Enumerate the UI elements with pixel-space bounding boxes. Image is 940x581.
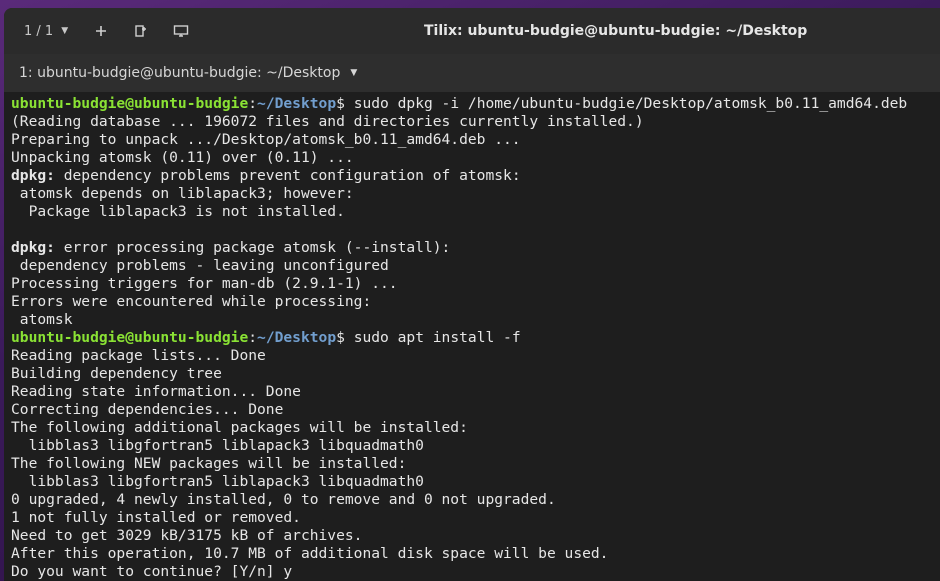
output-line: atomsk (11, 311, 73, 328)
terminal-output[interactable]: ubuntu-budgie@ubuntu-budgie:~/Desktop$ s… (4, 92, 940, 581)
session-switcher[interactable]: 1 / 1 ▼ (24, 24, 68, 39)
output-line: Preparing to unpack .../Desktop/atomsk_b… (11, 131, 521, 148)
output-line: Need to get 3029 kB/3175 kB of archives. (11, 527, 363, 544)
output-text: dependency problems prevent configuratio… (54, 167, 521, 184)
session-indicator: 1 / 1 (24, 23, 54, 39)
prompt-line: ubuntu-budgie@ubuntu-budgie:~/Desktop$ s… (11, 95, 940, 113)
prompt-user: ubuntu-budgie@ubuntu-budgie (11, 329, 249, 346)
window-title: Tilix: ubuntu-budgie@ubuntu-budgie: ~/De… (424, 23, 808, 39)
prompt-path: ~/Desktop (257, 95, 337, 112)
titlebar: 1 / 1 ▼ Tilix: ubuntu-budgie@ubuntu-budg… (4, 8, 940, 54)
output-line: The following NEW packages will be insta… (11, 455, 407, 472)
output-line: Reading state information... Done (11, 383, 301, 400)
output-line: (Reading database ... 196072 files and d… (11, 113, 644, 130)
prompt-colon: : (248, 329, 258, 346)
output-line: dependency problems - leaving unconfigur… (11, 257, 389, 274)
terminal-window: 1 / 1 ▼ Tilix: ubuntu-budgie@ubuntu-budg… (4, 8, 940, 581)
command-text: sudo dpkg -i /home/ubuntu-budgie/Desktop… (344, 95, 908, 112)
output-line: Reading package lists... Done (11, 347, 266, 364)
sidebar-toggle-button[interactable] (166, 16, 196, 46)
output-line: Building dependency tree (11, 365, 222, 382)
output-line: Do you want to continue? [Y/n] y (11, 563, 293, 580)
output-line: Errors were encountered while processing… (11, 293, 372, 310)
output-line: dpkg: error processing package atomsk (-… (11, 239, 940, 257)
prompt-line: ubuntu-budgie@ubuntu-budgie:~/Desktop$ s… (11, 329, 940, 347)
output-line: The following additional packages will b… (11, 419, 468, 436)
output-line: After this operation, 10.7 MB of additio… (11, 545, 609, 562)
output-line: atomsk depends on liblapack3; however: (11, 185, 354, 202)
add-terminal-button[interactable] (86, 16, 116, 46)
add-session-button[interactable] (126, 16, 156, 46)
new-session-icon (135, 25, 147, 37)
terminal-tab[interactable]: 1: ubuntu-budgie@ubuntu-budgie: ~/Deskto… (4, 54, 940, 93)
output-line: libblas3 libgfortran5 liblapack3 libquad… (11, 473, 424, 490)
output-line: Processing triggers for man-db (2.9.1-1)… (11, 275, 398, 292)
plus-icon (96, 26, 107, 36)
monitor-icon (173, 25, 189, 37)
output-line: 1 not fully installed or removed. (11, 509, 301, 526)
chevron-down-icon[interactable]: ▼ (350, 68, 357, 78)
output-line: Unpacking atomsk (0.11) over (0.11) ... (11, 149, 354, 166)
chevron-down-icon: ▼ (61, 26, 69, 36)
prompt-user: ubuntu-budgie@ubuntu-budgie (11, 95, 249, 112)
output-line: Package liblapack3 is not installed. (11, 203, 345, 220)
output-line: 0 upgraded, 4 newly installed, 0 to remo… (11, 491, 556, 508)
tab-label: 1: ubuntu-budgie@ubuntu-budgie: ~/Deskto… (19, 65, 341, 81)
dpkg-label: dpkg: (11, 167, 55, 184)
prompt-colon: : (248, 95, 258, 112)
output-line: libblas3 libgfortran5 liblapack3 libquad… (11, 437, 424, 454)
output-text: error processing package atomsk (--insta… (54, 239, 451, 256)
prompt-dollar: $ (336, 95, 345, 112)
output-line: dpkg: dependency problems prevent config… (11, 167, 940, 185)
prompt-path: ~/Desktop (257, 329, 337, 346)
command-text: sudo apt install -f (344, 329, 521, 346)
output-line: Correcting dependencies... Done (11, 401, 284, 418)
prompt-dollar: $ (336, 329, 345, 346)
dpkg-label: dpkg: (11, 239, 55, 256)
